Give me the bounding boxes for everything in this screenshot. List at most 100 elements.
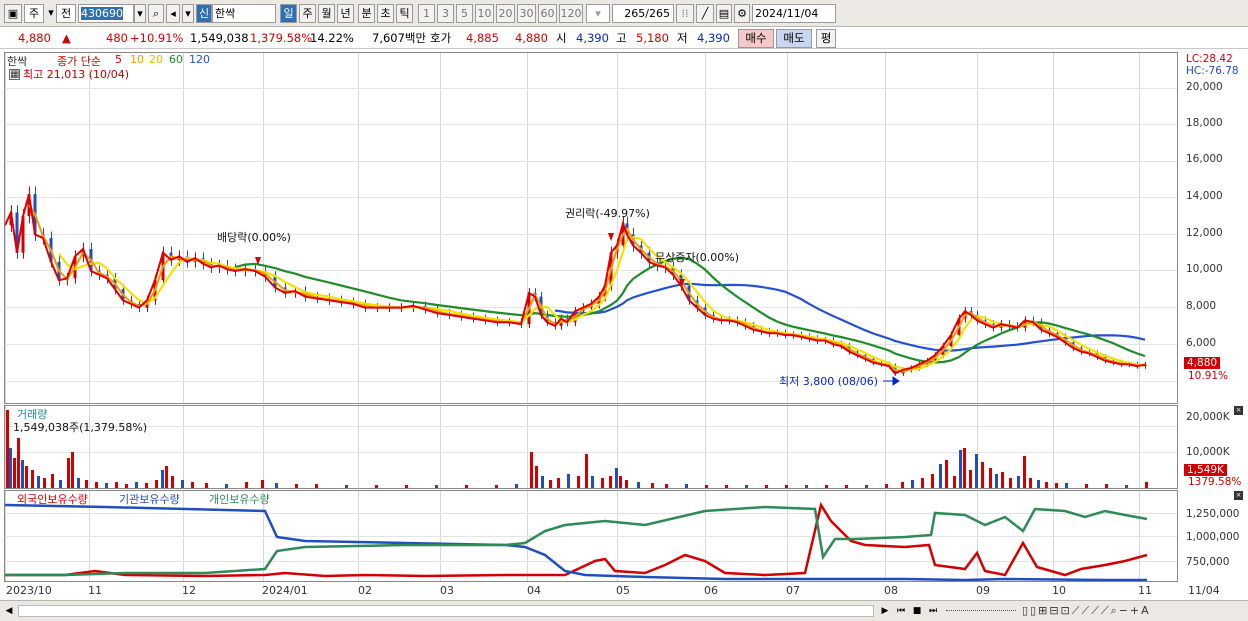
volume-bar — [181, 480, 184, 488]
step-3[interactable]: 3 — [437, 4, 454, 23]
volume-bar — [685, 484, 688, 488]
code-dropdown-icon[interactable]: ▾ — [134, 4, 146, 23]
step-1[interactable]: 1 — [418, 4, 435, 23]
volume-bar — [1023, 456, 1026, 488]
bonus-annotation: 무상증자(0.00%) — [655, 251, 739, 264]
volume-chart-canvas[interactable] — [5, 406, 1177, 488]
vol-tick-10000k: 10,000K — [1186, 446, 1230, 458]
sound-dropdown-icon[interactable]: ▾ — [182, 4, 194, 23]
calendar-icon[interactable]: ▦ — [9, 69, 20, 80]
prev-button[interactable]: 전 — [56, 4, 76, 23]
ma20-label: 20 — [149, 53, 163, 66]
volume-bar — [585, 454, 588, 488]
chart-window: { "toolbar": { "market_label": "주", "pre… — [0, 0, 1248, 621]
volume-bar — [43, 478, 46, 488]
volume-close-icon[interactable]: × — [1234, 406, 1243, 415]
y-tick-10000: 10,000 — [1186, 263, 1223, 275]
holding-panel[interactable]: 외국인보유수량 기관보유수량 개인보유수량 — [4, 490, 1178, 582]
volume-bar — [665, 484, 668, 488]
horizontal-scrollbar[interactable] — [18, 605, 874, 617]
period-year[interactable]: 년 — [337, 4, 354, 23]
volume-bar — [345, 485, 348, 488]
scroll-right-icon[interactable]: ▶ — [878, 604, 892, 618]
rewind-icon[interactable]: ⏮ — [894, 604, 908, 618]
step-5[interactable]: 5 — [456, 4, 473, 23]
chart-tools-icon[interactable]: ▯▯⊞⊟⊡⟋⟋⟋⟋⌕−+A — [1022, 603, 1242, 619]
holding-chart-canvas[interactable] — [5, 491, 1177, 581]
step-1-label: 1 — [423, 7, 430, 20]
volume-bar — [963, 448, 966, 488]
period-second[interactable]: 초 — [377, 4, 394, 23]
period-day[interactable]: 일 — [280, 4, 297, 23]
volume-bar — [1055, 483, 1058, 488]
y-tick-20000: 20,000 — [1186, 81, 1223, 93]
period-tick[interactable]: 틱 — [396, 4, 413, 23]
volume-bar — [495, 485, 498, 488]
step-60[interactable]: 60 — [538, 4, 557, 23]
ma120-line — [554, 282, 1146, 352]
stock-name-field[interactable]: 한싹 — [212, 4, 276, 23]
volume-bar — [465, 485, 468, 488]
period-minute[interactable]: 분 — [358, 4, 375, 23]
sound-icon[interactable]: ◂ — [166, 4, 180, 23]
buy-button[interactable]: 매수 — [738, 29, 774, 48]
step-30[interactable]: 30 — [517, 4, 536, 23]
step-3-label: 3 — [442, 7, 449, 20]
ma5-label: 5 — [115, 53, 122, 66]
grid-icon[interactable]: ⁞⁞ — [676, 4, 694, 23]
low-value: 4,390 — [697, 31, 730, 45]
zoom-slider[interactable] — [946, 610, 1016, 613]
volume-bar — [601, 478, 604, 488]
step-custom-input[interactable]: ▾ — [586, 4, 610, 23]
quote-bar: 4,880 ▲ 480 +10.91% 1,549,038 1,379.58% … — [0, 27, 1248, 49]
volume-bar — [25, 466, 28, 488]
ma20-line — [58, 235, 1146, 371]
x-axis: 2023/10 11 12 2024/01 02 03 04 05 06 07 … — [0, 582, 1248, 600]
volume-bar — [135, 482, 138, 488]
institution-legend: 기관보유수량 — [119, 493, 180, 506]
volume-bar — [885, 484, 888, 488]
sell-button[interactable]: 매도 — [776, 29, 812, 48]
date-field[interactable]: 2024/11/04 — [752, 4, 836, 23]
volume-bar — [637, 482, 640, 488]
volume-panel[interactable]: 거래량 1,549,038주(1,379.58%) — [4, 405, 1178, 489]
up-arrow-icon: ▲ — [62, 31, 71, 45]
volume-bar — [541, 476, 544, 488]
stop-icon[interactable]: ■ — [910, 604, 924, 618]
draw-line-icon[interactable]: ╱ — [696, 4, 714, 23]
volume-bar — [9, 448, 12, 488]
market-select[interactable]: 주 — [24, 4, 44, 23]
volume-bar — [59, 480, 62, 488]
gear-icon[interactable]: ⚙ — [734, 4, 750, 23]
search-icon[interactable]: ⌕ — [148, 4, 164, 23]
y-tick-18000: 18,000 — [1186, 117, 1223, 129]
period-month[interactable]: 월 — [318, 4, 335, 23]
y-tick-16000: 16,000 — [1186, 153, 1223, 165]
save-icon[interactable]: ▤ — [716, 4, 732, 23]
step-20[interactable]: 20 — [496, 4, 515, 23]
y-tick-12000: 12,000 — [1186, 227, 1223, 239]
y-tick-8000: 8,000 — [1186, 300, 1217, 312]
volume-bar — [1105, 484, 1108, 488]
volume-bar — [931, 474, 934, 488]
count-field[interactable]: 265/265 — [612, 4, 674, 23]
holding-close-icon[interactable]: × — [1234, 491, 1243, 500]
layout-icon[interactable]: ▣ — [4, 4, 22, 23]
volume-bar — [945, 460, 948, 488]
period-week[interactable]: 주 — [299, 4, 316, 23]
ma60-label: 60 — [169, 53, 183, 66]
price-chart-canvas[interactable]: 배당락(0.00%) 권리락(-49.97%) 무상증자(0.00%) 최저 3,80… — [5, 53, 1177, 403]
eval-button[interactable]: 평 — [816, 29, 836, 48]
price-panel[interactable]: 배당락(0.00%) 권리락(-49.97%) 무상증자(0.00%) 최저 3,80… — [4, 52, 1178, 404]
stock-code-input[interactable]: 430690 — [78, 4, 134, 23]
scroll-left-icon[interactable]: ◀ — [2, 604, 16, 618]
market-dropdown-icon[interactable]: ▾ — [46, 4, 56, 23]
fast-forward-icon[interactable]: ⏭ — [926, 604, 940, 618]
volume-bar — [315, 484, 318, 488]
step-10[interactable]: 10 — [475, 4, 494, 23]
volume-bar — [1009, 478, 1012, 488]
volume-bar — [37, 476, 40, 488]
volume-bar — [911, 480, 914, 488]
volume-bar — [865, 485, 868, 488]
step-120[interactable]: 120 — [559, 4, 583, 23]
